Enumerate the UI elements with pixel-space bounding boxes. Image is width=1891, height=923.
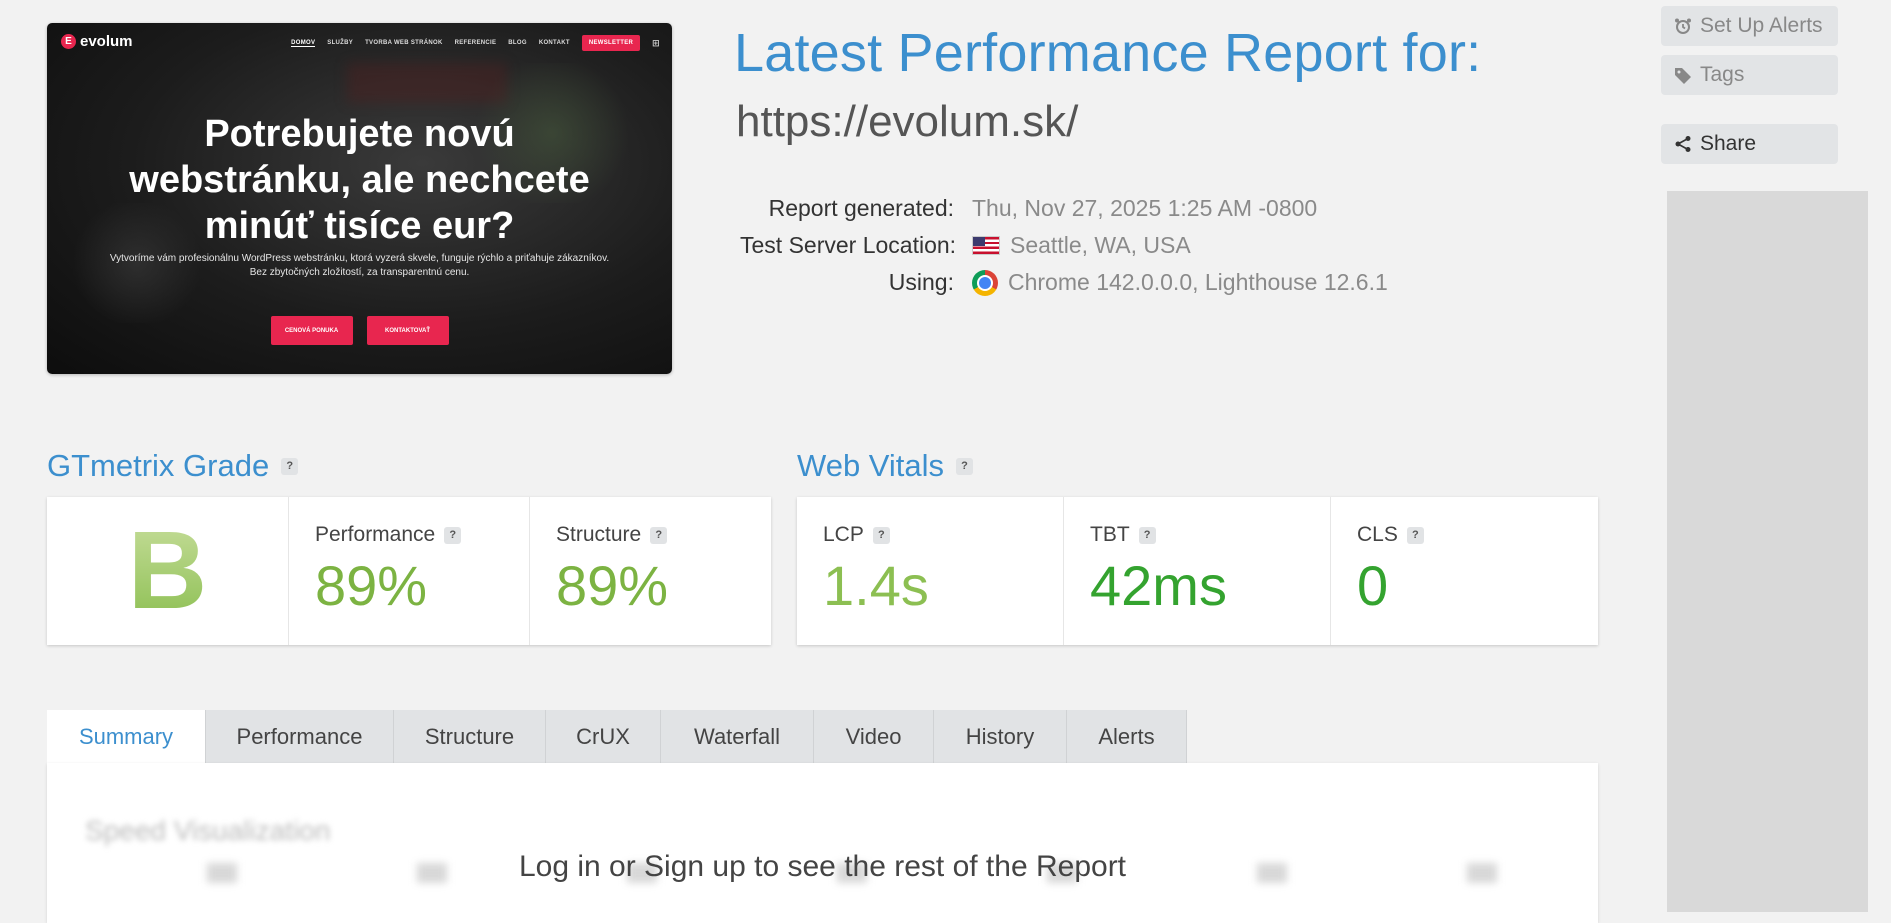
report-url[interactable]: https://evolum.sk/ [736,97,1078,147]
tab-history[interactable]: History [934,710,1067,763]
screenshot-nav-item: REFERENCIE [454,40,497,46]
help-icon[interactable]: ? [1138,526,1156,544]
report-generated-row: Report generated: Thu, Nov 27, 2025 1:25… [740,190,1388,227]
screenshot-background-shape [347,63,507,103]
screenshot-headline-line: Potrebujete novú [204,113,515,155]
grade-cell: B [47,497,289,645]
screenshot-subtext-line: Vytvoríme vám profesionálnu WordPress we… [109,253,610,264]
tbt-label: TBT ? [1090,523,1330,547]
help-icon[interactable]: ? [444,526,462,544]
screenshot-quote-button: CENOVÁ PONUKA [270,316,353,345]
chrome-icon [972,269,998,296]
screenshot-logo-mark: E [61,34,76,49]
cls-label-text: CLS [1357,523,1398,546]
screenshot-nav-item: BLOG [508,40,527,46]
test-server-location-label: Test Server Location: [740,232,957,258]
cls-label: CLS ? [1357,523,1598,547]
screenshot-logo-text: evolum [80,33,133,50]
help-icon[interactable]: ? [1406,526,1424,544]
performance-label-text: Performance [315,523,436,546]
tbt-value: 42ms [1090,554,1227,617]
tag-icon [1674,66,1692,84]
screenshot-subtext: Vytvoríme vám profesionálnu WordPress we… [87,252,632,280]
report-tabs: Summary Performance Structure CrUX Water… [47,710,1187,763]
gtmetrix-grade-heading: GTmetrix Grade ? [47,448,299,484]
screenshot-logo: E evolum [61,33,133,50]
performance-score-label: Performance ? [315,523,529,547]
lcp-value: 1.4s [823,554,929,617]
screenshot-subtext-line: Bez zbytočných zložitostí, za transparen… [249,267,470,278]
blurred-section-heading: Speed Visualization [85,815,331,846]
using-row: Using: Chrome 142.0.0.0, Lighthouse 12.6… [740,264,1388,301]
tab-alerts[interactable]: Alerts [1067,710,1187,763]
report-title: Latest Performance Report for: [734,23,1482,83]
login-prompt[interactable]: Log in or Sign up to see the rest of the… [47,850,1598,884]
help-icon[interactable]: ? [872,526,890,544]
gtmetrix-grade-title: GTmetrix Grade [47,448,270,483]
using-value: Chrome 142.0.0.0, Lighthouse 12.6.1 [972,269,1388,296]
help-icon[interactable]: ? [281,457,299,475]
share-button[interactable]: Share [1661,124,1838,164]
using-label: Using: [888,269,954,295]
tbt-label-text: TBT [1090,523,1130,546]
summary-panel: Speed Visualization Log in or Sign up to… [47,763,1598,923]
tbt-cell: TBT ? 42ms [1064,497,1331,645]
using-text: Chrome 142.0.0.0, Lighthouse 12.6.1 [1008,269,1388,295]
lcp-label: LCP ? [823,523,1063,547]
structure-score-cell: Structure ? 89% [530,497,771,645]
screenshot-contact-button: KONTAKTOVAŤ [366,316,449,345]
tags-label: Tags [1700,63,1745,86]
screenshot-nav-item: TVORBA WEB STRÁNOK [365,40,443,46]
performance-score-cell: Performance ? 89% [289,497,530,645]
grid-icon: ⊞ [652,37,660,48]
grade-letter: B [127,509,208,632]
structure-score-value: 89% [556,554,669,617]
cls-value: 0 [1357,554,1389,617]
test-server-location-row: Test Server Location: Seattle, WA, USA [740,227,1388,264]
structure-score-label: Structure ? [556,523,771,547]
help-icon[interactable]: ? [956,457,974,475]
help-icon[interactable]: ? [650,526,668,544]
tab-video[interactable]: Video [814,710,934,763]
structure-label-text: Structure [556,523,642,546]
report-meta: Report generated: Thu, Nov 27, 2025 1:25… [740,190,1388,301]
site-screenshot: E evolum DOMOV SLUŽBY TVORBA WEB STRÁNOK… [47,23,672,374]
screenshot-nav-item: DOMOV [291,39,316,47]
screenshot-buttons: CENOVÁ PONUKA KONTAKTOVAŤ [47,316,672,345]
web-vitals-heading: Web Vitals ? [797,448,974,484]
cls-cell: CLS ? 0 [1331,497,1598,645]
lcp-cell: LCP ? 1.4s [797,497,1064,645]
screenshot-headline: Potrebujete novú webstránku, ale nechcet… [47,111,672,249]
test-server-location-value: Seattle, WA, USA [972,232,1191,259]
report-generated-text: Thu, Nov 27, 2025 1:25 AM -0800 [972,195,1318,221]
web-vitals-card: LCP ? 1.4s TBT ? 42ms CLS ? 0 [797,497,1598,645]
report-generated-label: Report generated: [768,195,954,221]
performance-score-value: 89% [315,554,428,617]
screenshot-nav-item: KONTAKT [538,40,570,46]
tab-performance[interactable]: Performance [206,710,394,763]
screenshot-nav: DOMOV SLUŽBY TVORBA WEB STRÁNOK REFERENC… [291,35,660,51]
tab-summary[interactable]: Summary [47,710,206,763]
alarm-clock-icon [1674,17,1692,35]
test-server-location-text: Seattle, WA, USA [1010,232,1191,258]
sidebar-ad-placeholder [1667,191,1868,912]
share-icon [1674,135,1692,153]
screenshot-nav-item: SLUŽBY [327,40,354,46]
us-flag-icon [972,236,1000,255]
report-generated-value: Thu, Nov 27, 2025 1:25 AM -0800 [972,195,1317,222]
screenshot-newsletter-button: NEWSLETTER [581,35,641,51]
web-vitals-title: Web Vitals [797,448,945,483]
set-up-alerts-label: Set Up Alerts [1700,14,1823,37]
tab-structure[interactable]: Structure [394,710,546,763]
lcp-label-text: LCP [823,523,864,546]
tab-waterfall[interactable]: Waterfall [661,710,814,763]
screenshot-headline-line: minúť tisíce eur? [204,205,515,247]
tab-crux[interactable]: CrUX [546,710,661,763]
share-label: Share [1700,132,1757,155]
set-up-alerts-button[interactable]: Set Up Alerts [1661,6,1838,46]
screenshot-headline-line: webstránku, ale nechcete [129,159,590,201]
gtmetrix-grade-card: B Performance ? 89% Structure ? 89% [47,497,771,645]
tags-button[interactable]: Tags [1661,55,1838,95]
